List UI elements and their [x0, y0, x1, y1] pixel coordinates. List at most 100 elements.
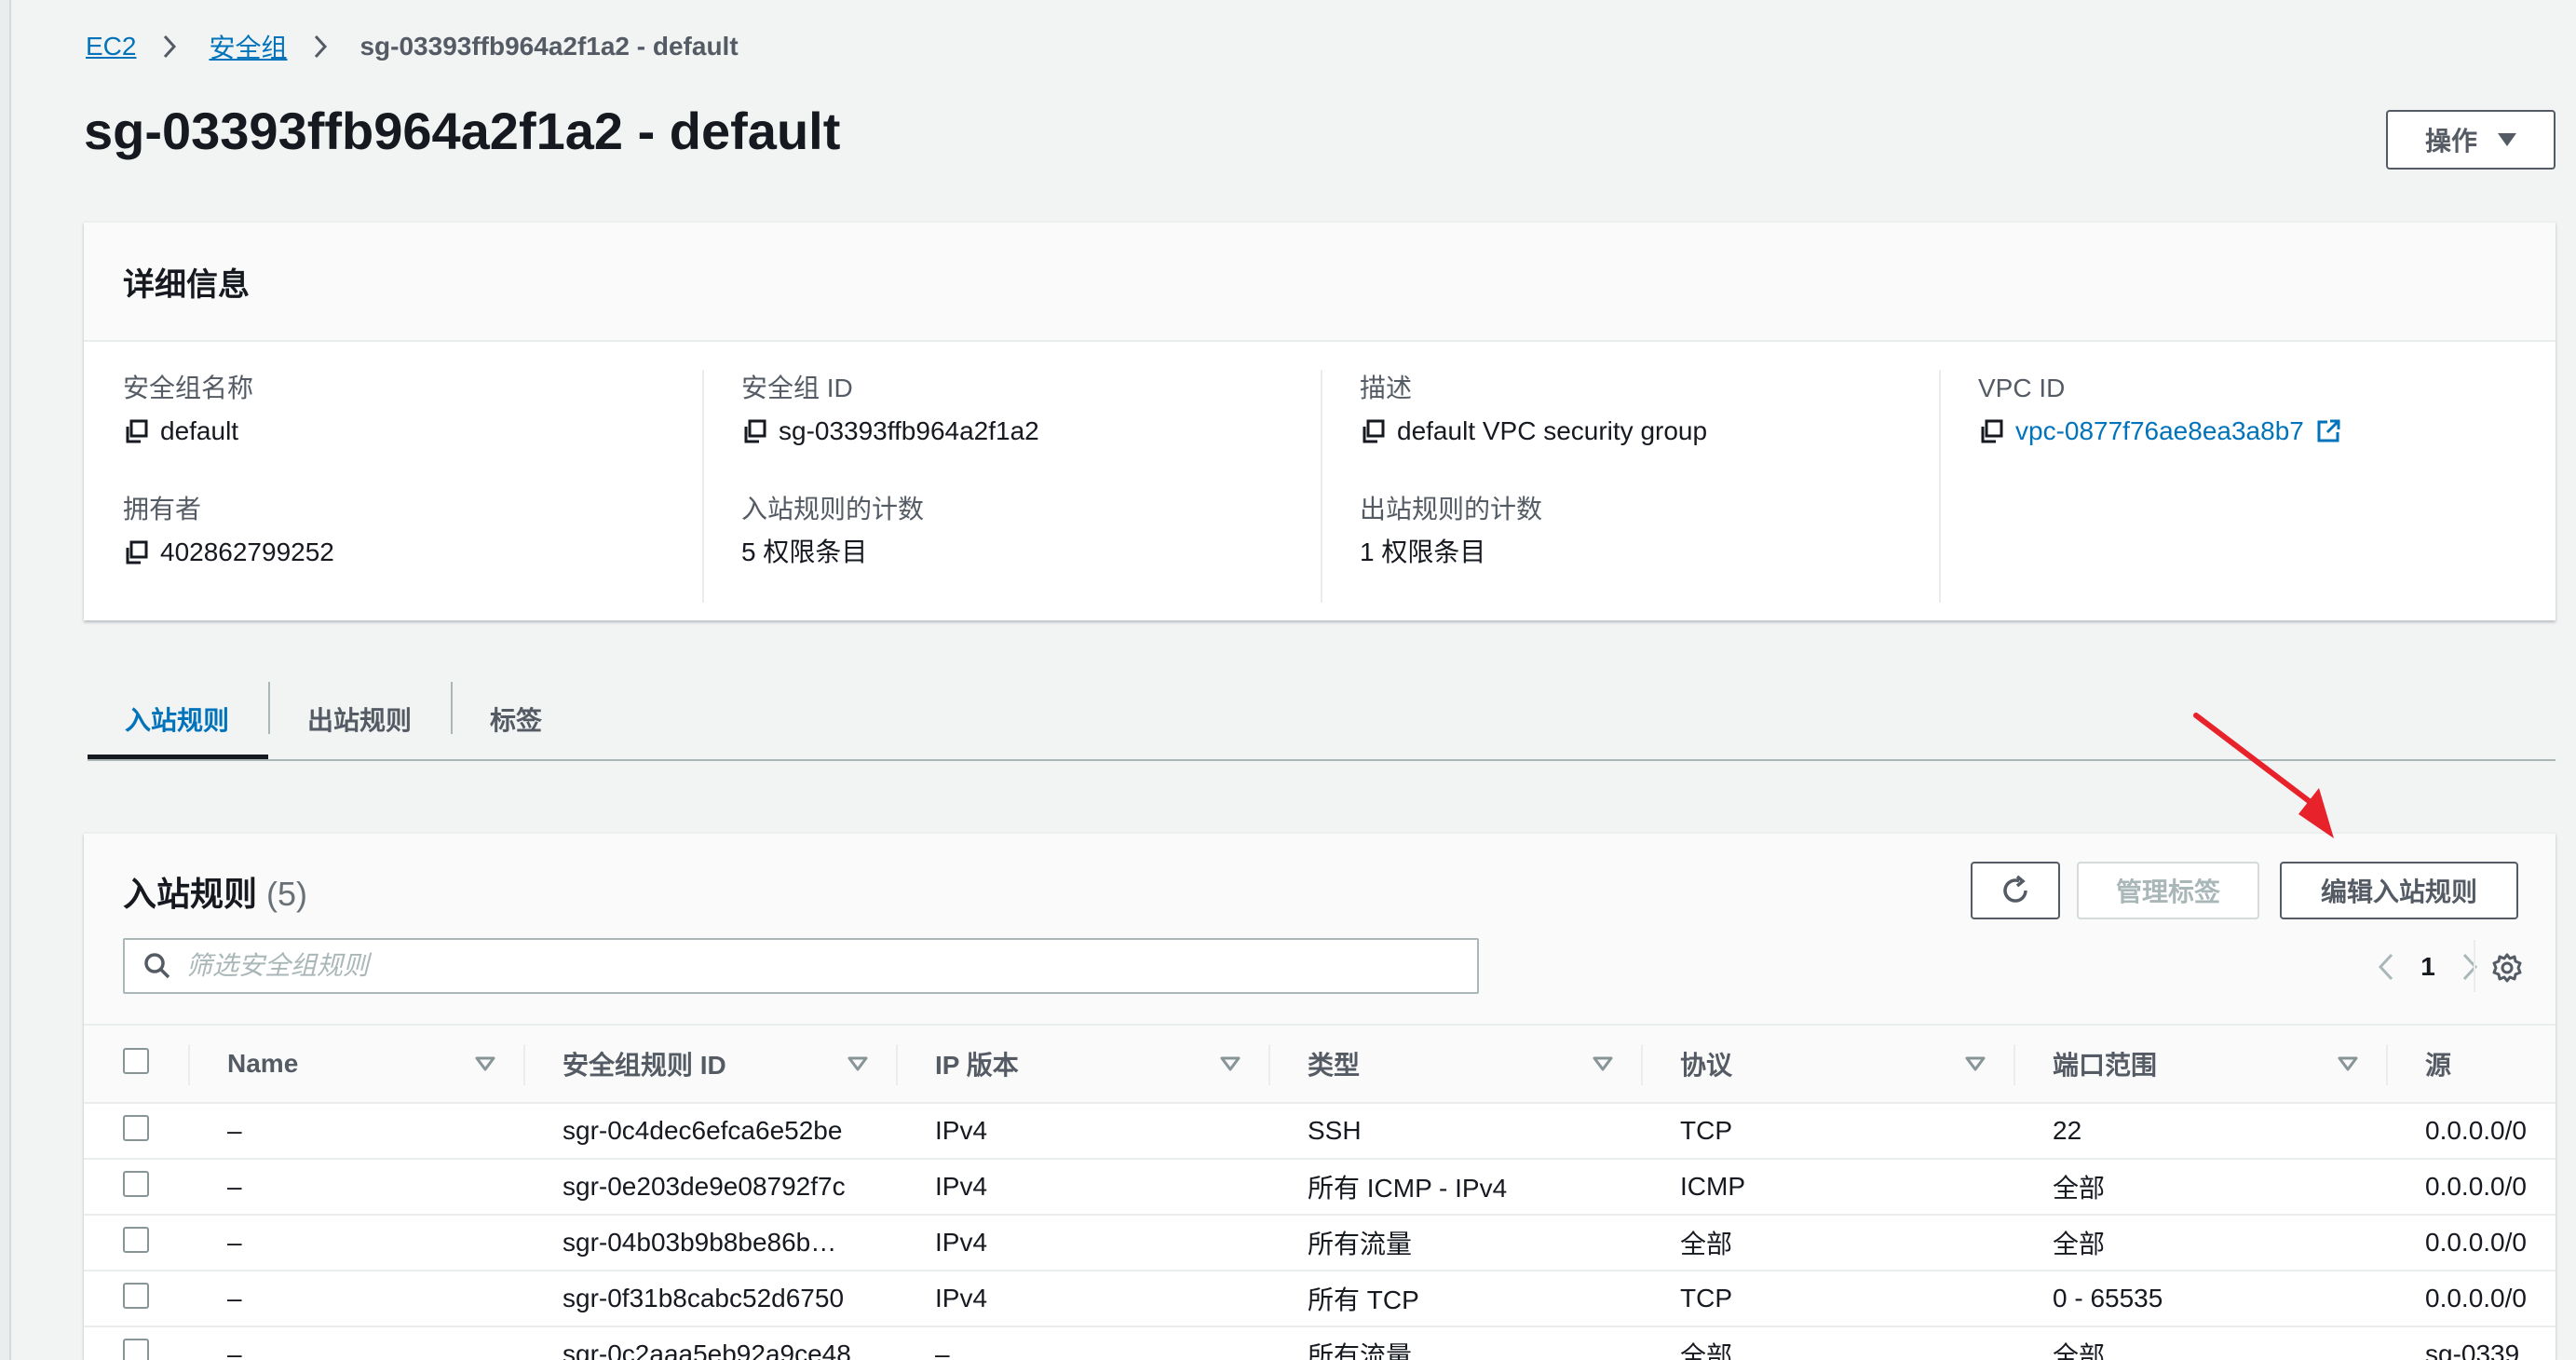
refresh-button[interactable]: [1971, 862, 2060, 919]
cell-rule-id: sgr-0c4dec6efca6e52be: [523, 1103, 896, 1160]
details-column-3: 描述 default VPC security group 出站规则的计数 1 …: [1321, 370, 1939, 603]
left-nav-rail: [0, 0, 11, 1360]
vpc-id-label: VPC ID: [1978, 374, 2066, 402]
copy-icon[interactable]: [123, 539, 149, 565]
sg-id-label: 安全组 ID: [741, 374, 853, 402]
table-row[interactable]: – sgr-04b03b9b8be86b… IPv4 所有流量 全部 全部 0.…: [84, 1215, 2556, 1272]
cell-name: –: [188, 1271, 523, 1327]
tab-divider: [88, 759, 2556, 761]
cell-protocol: 全部: [1641, 1326, 2013, 1360]
rules-title: 入站规则 (5): [123, 867, 307, 916]
details-panel: 详细信息 安全组名称 default 拥有者 402862799252 安全组 …: [84, 222, 2556, 620]
outbound-count-label: 出站规则的计数: [1360, 495, 1543, 524]
cell-name: –: [188, 1159, 523, 1216]
rules-count: (5): [266, 875, 308, 913]
inbound-rules-table: Name 安全组规则 ID IP 版本 类型 协议 端口范围 源 – sgr-0…: [84, 1024, 2556, 1360]
column-header-type[interactable]: 类型: [1268, 1025, 1641, 1103]
cell-port-range: 全部: [2013, 1326, 2386, 1360]
row-checkbox[interactable]: [123, 1226, 149, 1253]
tab-inbound-rules[interactable]: 入站规则: [88, 680, 269, 760]
copy-icon[interactable]: [1360, 418, 1386, 444]
inbound-count-label: 入站规则的计数: [741, 495, 925, 524]
chevron-right-icon: [313, 34, 332, 59]
filter-input[interactable]: [186, 951, 1397, 981]
tab-outbound-rules[interactable]: 出站规则: [268, 680, 451, 758]
sort-triangle-icon[interactable]: [1593, 1056, 1613, 1071]
rules-title-text: 入站规则: [123, 875, 258, 913]
row-checkbox[interactable]: [123, 1338, 149, 1360]
details-column-2: 安全组 ID sg-03393ffb964a2f1a2 入站规则的计数 5 权限…: [702, 370, 1321, 603]
tab-bar: 入站规则 出站规则 标签: [88, 680, 581, 760]
cell-protocol: TCP: [1641, 1103, 2013, 1160]
sort-triangle-icon[interactable]: [475, 1056, 495, 1071]
table-row[interactable]: – sgr-0c4dec6efca6e52be IPv4 SSH TCP 22 …: [84, 1103, 2556, 1160]
page-number[interactable]: 1: [2405, 952, 2451, 982]
vpc-id-link[interactable]: vpc-0877f76ae8ea3a8b7: [2015, 411, 2304, 452]
cell-source: 0.0.0.0/0: [2386, 1103, 2556, 1160]
column-header-name[interactable]: Name: [188, 1025, 523, 1103]
row-checkbox[interactable]: [123, 1170, 149, 1197]
pager-divider: [2474, 940, 2475, 992]
next-page-icon[interactable]: [2451, 944, 2488, 990]
cell-type: 所有流量: [1268, 1215, 1641, 1272]
sort-triangle-icon[interactable]: [2338, 1056, 2358, 1071]
column-header-rule-id[interactable]: 安全组规则 ID: [523, 1025, 896, 1103]
cell-rule-id: sgr-0f31b8cabc52d6750: [523, 1271, 896, 1327]
table-row[interactable]: – sgr-0f31b8cabc52d6750 IPv4 所有 TCP TCP …: [84, 1271, 2556, 1327]
cell-port-range: 全部: [2013, 1215, 2386, 1272]
cell-source: 0.0.0.0/0: [2386, 1159, 2556, 1216]
manage-tags-button[interactable]: 管理标签: [2077, 862, 2259, 919]
cell-type: 所有 ICMP - IPv4: [1268, 1159, 1641, 1216]
row-checkbox[interactable]: [123, 1282, 149, 1309]
copy-icon[interactable]: [741, 418, 767, 444]
sg-id-value: sg-03393ffb964a2f1a2: [779, 416, 1039, 445]
cell-protocol: ICMP: [1641, 1159, 2013, 1216]
previous-page-icon[interactable]: [2367, 944, 2405, 990]
refresh-icon: [1999, 874, 2032, 907]
breadcrumb-ec2-link[interactable]: EC2: [86, 32, 136, 61]
row-checkbox[interactable]: [123, 1114, 149, 1141]
page-title: sg-03393ffb964a2f1a2 - default: [84, 102, 841, 160]
cell-source: 0.0.0.0/0: [2386, 1271, 2556, 1327]
copy-icon[interactable]: [1978, 418, 2004, 444]
cell-ip-version: IPv4: [896, 1159, 1268, 1216]
breadcrumb: EC2 安全组 sg-03393ffb964a2f1a2 - default: [86, 28, 739, 65]
sort-triangle-icon[interactable]: [847, 1056, 868, 1071]
copy-icon[interactable]: [123, 418, 149, 444]
select-all-checkbox[interactable]: [123, 1047, 149, 1074]
column-header-protocol[interactable]: 协议: [1641, 1025, 2013, 1103]
breadcrumb-current: sg-03393ffb964a2f1a2 - default: [359, 32, 739, 61]
column-header-port-range[interactable]: 端口范围: [2013, 1025, 2386, 1103]
cell-source: 0.0.0.0/0: [2386, 1215, 2556, 1272]
cell-rule-id: sgr-04b03b9b8be86b…: [523, 1215, 896, 1272]
sort-triangle-icon[interactable]: [1220, 1056, 1241, 1071]
edit-inbound-rules-button[interactable]: 编辑入站规则: [2280, 862, 2518, 919]
table-header-row: Name 安全组规则 ID IP 版本 类型 协议 端口范围 源: [84, 1025, 2556, 1103]
cell-name: –: [188, 1326, 523, 1360]
sort-triangle-icon[interactable]: [1965, 1056, 1986, 1071]
caret-down-icon: [2498, 133, 2516, 146]
select-all-cell: [84, 1025, 188, 1103]
column-header-ip-version[interactable]: IP 版本: [896, 1025, 1268, 1103]
cell-ip-version: –: [896, 1326, 1268, 1360]
cell-port-range: 全部: [2013, 1159, 2386, 1216]
owner-label: 拥有者: [123, 495, 202, 524]
cell-source: sg-03393ffb: [2386, 1326, 2556, 1360]
description-value: default VPC security group: [1397, 416, 1708, 445]
actions-dropdown-button[interactable]: 操作: [2386, 110, 2556, 170]
tab-tags[interactable]: 标签: [451, 680, 581, 758]
owner-value: 402862799252: [160, 537, 334, 566]
actions-button-label: 操作: [2424, 127, 2477, 156]
cell-type: 所有流量: [1268, 1326, 1641, 1360]
breadcrumb-security-groups-link[interactable]: 安全组: [209, 28, 287, 65]
cell-protocol: 全部: [1641, 1215, 2013, 1272]
column-header-source[interactable]: 源: [2386, 1025, 2556, 1103]
details-column-1: 安全组名称 default 拥有者 402862799252: [84, 370, 702, 603]
table-row[interactable]: – sgr-0e203de9e08792f7c IPv4 所有 ICMP - I…: [84, 1159, 2556, 1216]
table-row[interactable]: – sgr-0c2aaa5eb92a9ce48 – 所有流量 全部 全部 sg-…: [84, 1326, 2556, 1360]
details-column-4: VPC ID vpc-0877f76ae8ea3a8b7: [1939, 370, 2556, 603]
settings-gear-icon[interactable]: [2485, 945, 2529, 990]
chevron-right-icon: [162, 34, 181, 59]
sg-name-value: default: [160, 416, 239, 445]
external-link-icon[interactable]: [2315, 418, 2341, 444]
